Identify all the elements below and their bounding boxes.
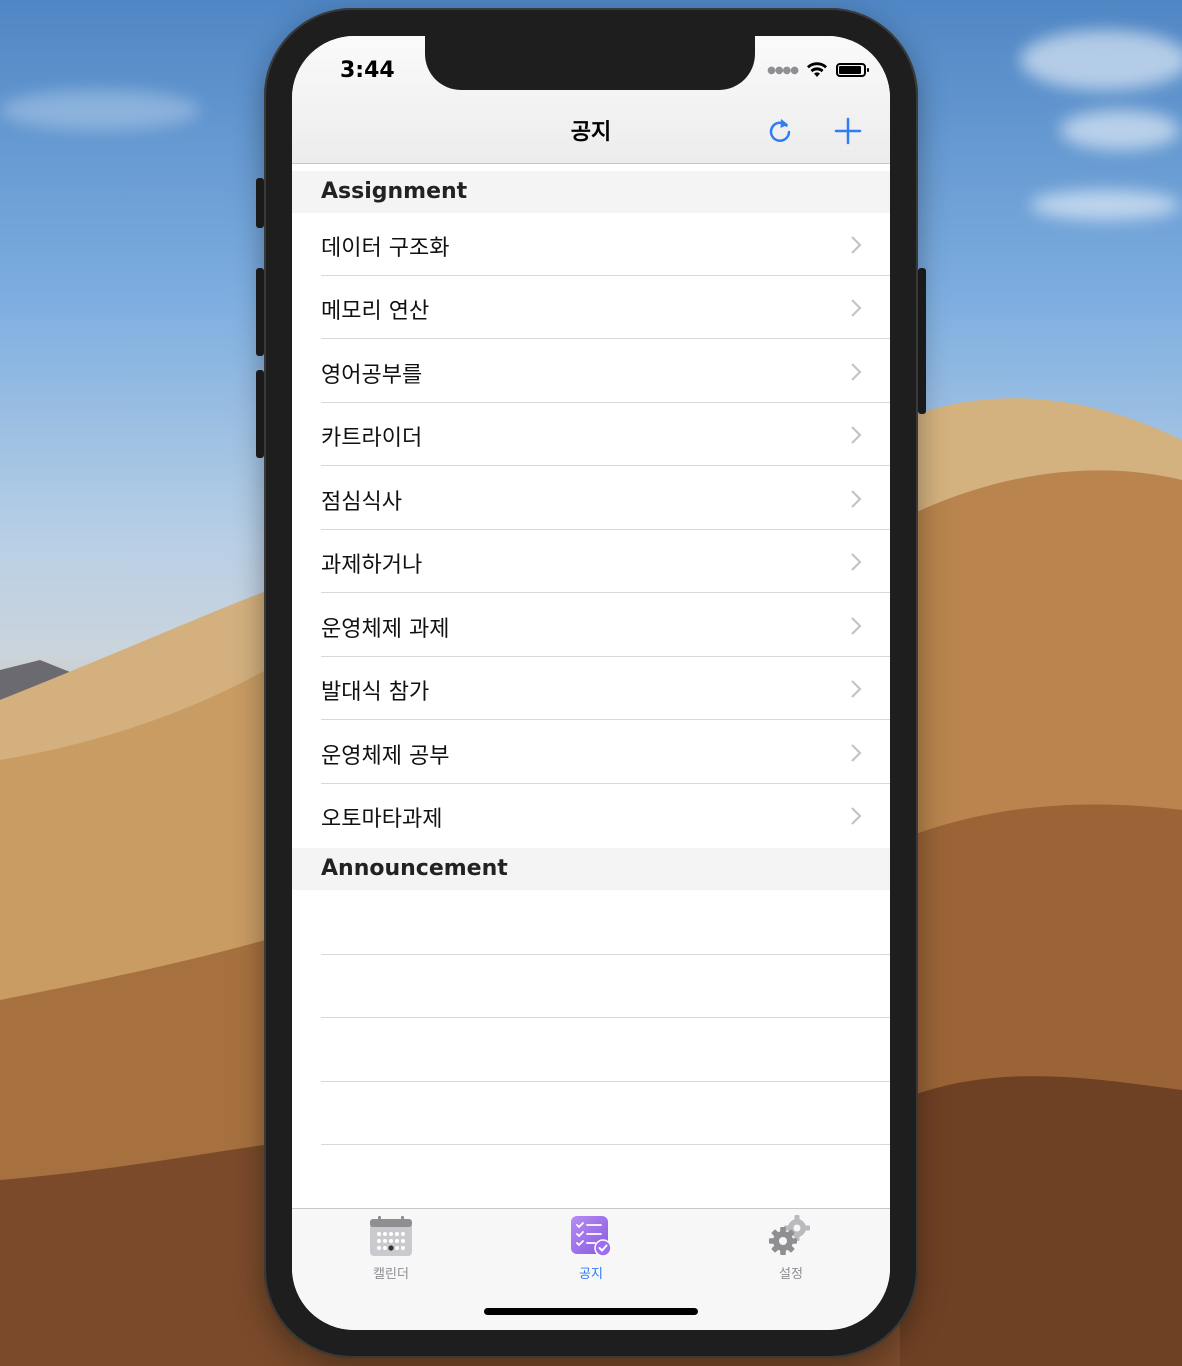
- list-item-label: 운영체제 공부: [321, 744, 450, 769]
- volume-down-button: [256, 370, 264, 458]
- chevron-right-icon: [851, 807, 862, 825]
- section-title: Announcement: [321, 856, 508, 881]
- chevron-right-icon: [851, 617, 862, 635]
- tab-label: 캘린더: [373, 1267, 409, 1282]
- list-item[interactable]: 점심식사: [292, 467, 890, 530]
- list-item[interactable]: 운영체제 과제: [292, 594, 890, 657]
- list-item[interactable]: 운영체제 공부: [292, 721, 890, 784]
- tab-settings[interactable]: 설정: [731, 1215, 851, 1282]
- section-header-announcement: Announcement: [292, 848, 890, 890]
- list-item[interactable]: 발대식 참가: [292, 657, 890, 720]
- mute-switch: [256, 178, 264, 228]
- list-item-label: 과제하거나: [321, 553, 423, 578]
- chevron-right-icon: [851, 553, 862, 571]
- add-button[interactable]: [830, 113, 866, 149]
- empty-row: [292, 1146, 890, 1209]
- chevron-right-icon: [851, 363, 862, 381]
- list-item-label: 운영체제 과제: [321, 617, 450, 642]
- list-item[interactable]: 과제하거나: [292, 530, 890, 593]
- list-item-label: 카트라이더: [321, 426, 423, 451]
- refresh-button[interactable]: [762, 113, 798, 149]
- tab-calendar[interactable]: 캘린더: [331, 1215, 451, 1282]
- list-item[interactable]: 카트라이더: [292, 403, 890, 466]
- chevron-right-icon: [851, 490, 862, 508]
- list-item[interactable]: 영어공부를: [292, 340, 890, 403]
- divider: [321, 1144, 890, 1145]
- empty-row: [292, 892, 890, 955]
- empty-row: [292, 1082, 890, 1145]
- divider: [321, 1017, 890, 1018]
- status-icons: ●●●●: [767, 62, 869, 78]
- empty-row: [292, 955, 890, 1018]
- tab-label: 공지: [579, 1267, 603, 1282]
- divider: [321, 465, 890, 466]
- gear-icon: [769, 1215, 810, 1255]
- section-title: Assignment: [321, 179, 468, 204]
- status-time: 3:44: [340, 58, 395, 83]
- wifi-icon: [807, 62, 827, 77]
- list-item-label: 발대식 참가: [321, 680, 430, 705]
- list-item-label: 데이터 구조화: [321, 236, 450, 261]
- signal-icon: ●●●●: [767, 64, 799, 76]
- divider: [321, 592, 890, 593]
- list-item-label: 영어공부를: [321, 363, 423, 388]
- divider: [321, 719, 890, 720]
- iphone-frame: 3:44 ●●●● 공지 Assignment 데이터 구조화 메모리 연산 영…: [256, 8, 926, 1358]
- list-item[interactable]: 오토마타과제: [292, 784, 890, 847]
- list-item-label: 점심식사: [321, 490, 402, 515]
- page-title: 공지: [570, 120, 612, 145]
- device-screen: 3:44 ●●●● 공지 Assignment 데이터 구조화 메모리 연산 영…: [292, 36, 890, 1330]
- divider: [321, 338, 890, 339]
- volume-up-button: [256, 268, 264, 356]
- list-item[interactable]: 데이터 구조화: [292, 213, 890, 276]
- chevron-right-icon: [851, 299, 862, 317]
- notch: [425, 36, 755, 90]
- chevron-right-icon: [851, 744, 862, 762]
- chevron-right-icon: [851, 426, 862, 444]
- refresh-icon: [769, 119, 791, 142]
- home-indicator: [484, 1308, 698, 1315]
- battery-icon: [836, 63, 869, 77]
- chevron-right-icon: [851, 680, 862, 698]
- power-button: [918, 268, 926, 414]
- list-item[interactable]: 메모리 연산: [292, 276, 890, 339]
- chevron-right-icon: [851, 236, 862, 254]
- tab-label: 설정: [779, 1267, 803, 1282]
- plus-icon: [834, 117, 862, 145]
- list-item-label: 오토마타과제: [321, 807, 443, 832]
- list-item-label: 메모리 연산: [321, 299, 430, 324]
- calendar-icon: [370, 1216, 412, 1256]
- tab-notice[interactable]: 공지: [531, 1215, 651, 1282]
- empty-row: [292, 1019, 890, 1082]
- checklist-icon: [571, 1216, 612, 1257]
- section-header-assignment: Assignment: [292, 171, 890, 213]
